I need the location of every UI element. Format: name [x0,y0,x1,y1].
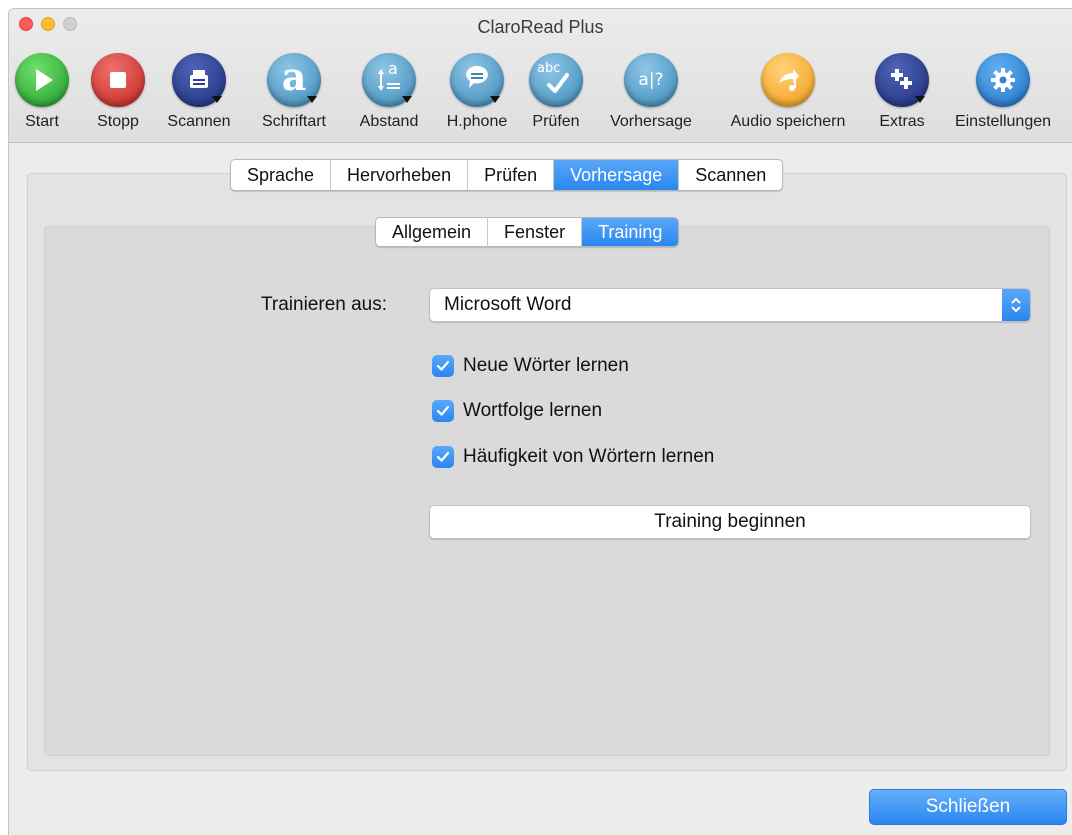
checkmark-icon [432,400,454,422]
toolbar-label: H.phone [446,113,508,130]
toolbar-start-button[interactable]: Start [11,53,73,131]
checkbox-learn-word-order[interactable]: Wortfolge lernen [432,400,602,422]
prediction-icon: a|? [624,53,678,107]
toolbar-label: Stopp [97,113,139,130]
tab-language[interactable]: Sprache [231,160,332,190]
spacing-icon: a [362,53,416,107]
app-window: ClaroRead Plus Start Stopp Scannen a Sch… [8,8,1072,835]
toolbar-settings-button[interactable]: Einstellungen [941,53,1065,131]
homophone-icon [450,53,504,107]
tab-highlight[interactable]: Hervorheben [331,160,469,190]
dropdown-caret-icon [402,96,412,103]
save-audio-icon [761,53,815,107]
close-button[interactable]: Schließen [869,789,1067,825]
select-stepper-icon [1002,289,1030,321]
toolbar-save-audio-button[interactable]: Audio speichern [715,53,861,131]
title-bar: ClaroRead Plus Start Stopp Scannen a Sch… [9,9,1072,143]
toolbar: Start Stopp Scannen a Schriftart a Absta… [9,53,1072,139]
main-tabs: Sprache Hervorheben Prüfen Vorhersage Sc… [230,159,784,191]
tab-check[interactable]: Prüfen [468,160,555,190]
checkbox-learn-word-frequency[interactable]: Häufigkeit von Wörtern lernen [432,446,714,468]
train-from-value: Microsoft Word [444,294,572,315]
toolbar-label: Vorhersage [610,113,692,130]
play-icon [15,53,69,107]
scanner-icon [172,53,226,107]
tab-window[interactable]: Fenster [488,218,583,246]
dropdown-caret-icon [915,96,925,103]
toolbar-check-button[interactable]: abc Prüfen [525,53,587,131]
toolbar-label: Einstellungen [954,113,1052,130]
sub-tabs: Allgemein Fenster Training [375,217,680,247]
tab-training[interactable]: Training [582,218,679,246]
toolbar-extras-button[interactable]: Extras [871,53,933,131]
toolbar-label: Abstand [359,113,419,130]
extras-icon [875,53,929,107]
toolbar-prediction-button[interactable]: a|? Vorhersage [599,53,703,131]
toolbar-label: Extras [879,113,925,130]
checkbox-label: Häufigkeit von Wörtern lernen [463,446,715,467]
tab-scan[interactable]: Scannen [679,160,782,190]
checkmark-icon [432,446,454,468]
spellcheck-icon: abc [529,53,583,107]
checkbox-learn-new-words[interactable]: Neue Wörter lernen [432,355,629,377]
gear-icon [976,53,1030,107]
dropdown-caret-icon [307,96,317,103]
checkmark-icon [432,355,454,377]
toolbar-label: Scannen [167,113,231,130]
toolbar-label: Prüfen [532,113,580,130]
toolbar-label: Audio speichern [730,113,846,130]
checkbox-label: Neue Wörter lernen [463,355,629,376]
preferences-panel: Sprache Hervorheben Prüfen Vorhersage Sc… [27,159,1067,771]
toolbar-homophone-button[interactable]: H.phone [437,53,517,131]
toolbar-font-button[interactable]: a Schriftart [249,53,339,131]
start-training-button[interactable]: Training beginnen [429,505,1031,539]
train-from-select[interactable]: Microsoft Word [429,288,1031,322]
toolbar-label: Schriftart [261,113,326,130]
stop-icon [91,53,145,107]
dropdown-caret-icon [212,96,222,103]
toolbar-label: Start [25,113,59,130]
checkbox-label: Wortfolge lernen [463,400,603,421]
font-icon: a [267,53,321,107]
dropdown-caret-icon [490,96,500,103]
toolbar-scan-button[interactable]: Scannen [159,53,239,131]
tab-general[interactable]: Allgemein [376,218,489,246]
toolbar-spacing-button[interactable]: a Abstand [351,53,427,131]
window-title: ClaroRead Plus [477,17,604,37]
toolbar-stop-button[interactable]: Stopp [87,53,149,131]
train-from-label: Trainieren aus: [261,294,388,315]
tab-prediction[interactable]: Vorhersage [554,160,680,190]
